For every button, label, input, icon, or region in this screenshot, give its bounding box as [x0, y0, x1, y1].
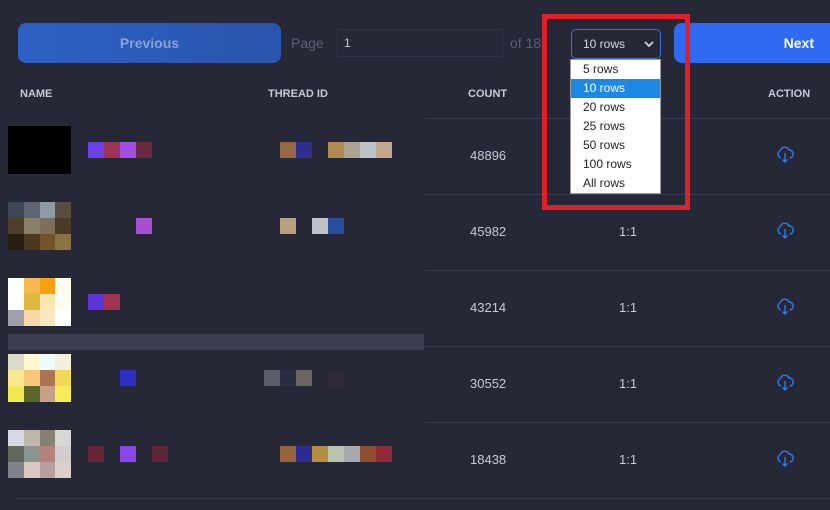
- row-hover-bar: [8, 334, 424, 350]
- column-header-name[interactable]: NAME: [20, 88, 52, 100]
- row-divider: [425, 422, 830, 423]
- thread-id-redacted: [264, 370, 344, 386]
- cloud-download-icon[interactable]: [776, 450, 794, 468]
- ratio-cell: 1:1: [619, 452, 638, 467]
- thread-id-redacted: [280, 142, 392, 158]
- ratio-cell: 1:1: [619, 376, 638, 391]
- previous-button[interactable]: Previous: [18, 23, 281, 63]
- avatar: [8, 202, 71, 250]
- ratio-cell: 1:1: [619, 224, 638, 239]
- rows-option[interactable]: 50 rows: [571, 136, 660, 155]
- next-button[interactable]: Next: [674, 23, 830, 63]
- name-redacted: [120, 370, 136, 386]
- rows-option[interactable]: 100 rows: [571, 155, 660, 174]
- count-cell: 18438: [470, 452, 507, 467]
- rows-selected-value: 10 rows: [583, 37, 626, 51]
- page-count-label: of 18: [510, 35, 542, 51]
- name-redacted: [88, 142, 152, 158]
- rows-option[interactable]: 20 rows: [571, 98, 660, 117]
- cloud-download-icon[interactable]: [776, 146, 794, 164]
- rows-per-page-select[interactable]: 10 rows: [571, 29, 661, 59]
- row-divider: [425, 270, 830, 271]
- rows-option[interactable]: All rows: [571, 174, 660, 193]
- rows-dropdown-menu: 5 rows 10 rows 20 rows 25 rows 50 rows 100 ro…: [570, 59, 661, 194]
- cloud-download-icon[interactable]: [776, 298, 794, 316]
- cloud-download-icon[interactable]: [776, 374, 794, 392]
- rows-option[interactable]: 25 rows: [571, 117, 660, 136]
- ratio-cell: 1:1: [619, 300, 638, 315]
- chevron-down-icon: [644, 41, 654, 48]
- avatar: [8, 126, 71, 174]
- avatar: [8, 354, 71, 402]
- row-divider: [425, 346, 830, 347]
- avatar: [8, 430, 71, 478]
- count-cell: 45982: [470, 224, 507, 239]
- column-header-action[interactable]: ACTION: [768, 88, 810, 100]
- page-label: Page: [291, 35, 324, 51]
- rows-option[interactable]: 10 rows: [571, 79, 660, 98]
- count-cell: 30552: [470, 376, 507, 391]
- thread-id-redacted: [280, 446, 392, 462]
- column-header-thread-id[interactable]: THREAD ID: [268, 88, 328, 100]
- page-input[interactable]: [337, 29, 503, 57]
- avatar: [8, 278, 71, 326]
- count-cell: 43214: [470, 300, 507, 315]
- name-redacted: [88, 446, 168, 462]
- column-header-count[interactable]: COUNT: [468, 88, 507, 100]
- thread-id-redacted: [280, 218, 344, 234]
- rows-option[interactable]: 5 rows: [571, 60, 660, 79]
- row-divider: [425, 194, 830, 195]
- name-redacted: [136, 218, 152, 234]
- count-cell: 48896: [470, 148, 507, 163]
- cloud-download-icon[interactable]: [776, 222, 794, 240]
- row-divider: [16, 498, 830, 499]
- name-redacted: [88, 294, 120, 310]
